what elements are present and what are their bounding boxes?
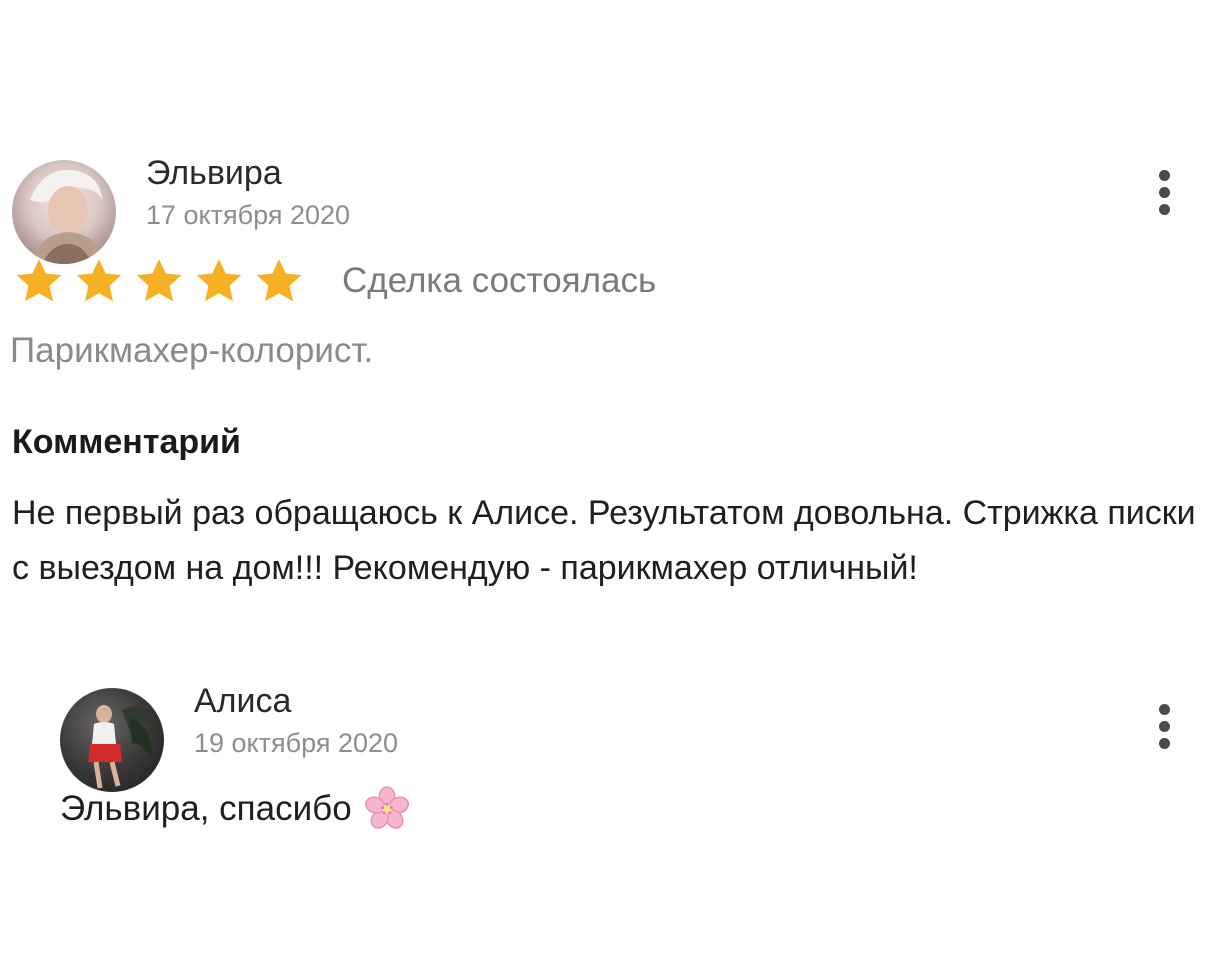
reply-text: Эльвира, спасибо [60,788,352,828]
review-date: 17 октября 2020 [146,200,351,230]
reviewer-name[interactable]: Эльвира [146,156,282,190]
reviewer-avatar-image [30,169,104,264]
reviewer-avatar[interactable] [12,160,116,264]
reply-date: 19 октября 2020 [194,728,399,758]
replier-avatar-image [88,705,156,789]
star-icon [16,259,62,302]
comment-text: Не первый раз обращаюсь к Алисе. Результ… [12,494,1196,587]
review-more-icon[interactable] [1153,170,1177,222]
comment-heading: Комментарий [12,423,241,461]
reply-more-icon[interactable] [1153,704,1177,756]
cherry-blossom-icon [364,786,409,829]
star-icon [256,259,302,302]
star-icon [136,259,182,302]
star-rating [14,256,304,306]
star-icon [196,259,242,302]
replier-avatar[interactable] [60,688,164,792]
star-icon [76,259,122,302]
reply-message: Эльвира, спасибо [60,786,410,832]
review-specialty: Парикмахер-колорист. [10,331,374,370]
deal-status: Сделка состоялась [342,261,657,300]
replier-name[interactable]: Алиса [194,684,291,718]
